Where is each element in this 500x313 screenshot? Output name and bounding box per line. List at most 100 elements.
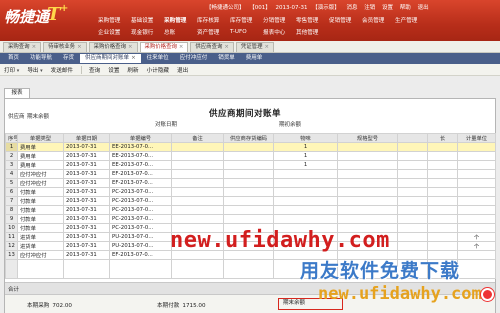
table-cell[interactable] xyxy=(457,223,496,233)
module-item[interactable]: 其他管理 xyxy=(296,28,329,36)
table-cell[interactable] xyxy=(223,187,274,197)
table-cell[interactable] xyxy=(273,205,338,215)
table-cell[interactable] xyxy=(397,196,428,206)
table-cell[interactable] xyxy=(457,250,496,260)
col-header[interactable] xyxy=(397,133,428,143)
table-cell[interactable]: 2013-07-31 xyxy=(63,223,110,233)
table-cell[interactable] xyxy=(337,178,398,188)
table-cell[interactable] xyxy=(337,205,398,215)
table-cell[interactable]: 2013-07-31 xyxy=(63,142,110,152)
close-icon[interactable]: × xyxy=(128,44,133,50)
col-header[interactable]: 序号 xyxy=(5,133,18,143)
module-item-purchase[interactable]: 采购管理 xyxy=(164,16,197,24)
print-button[interactable]: 打印 xyxy=(4,66,19,74)
table-cell[interactable]: EF-2013-07-0... xyxy=(109,169,172,179)
table-cell[interactable]: PC-2013-07-0... xyxy=(109,214,172,224)
table-cell[interactable]: 付款单 xyxy=(17,196,64,206)
table-cell[interactable]: 2013-07-31 xyxy=(63,196,110,206)
table-cell[interactable]: 2013-07-31 xyxy=(63,241,110,251)
table-cell[interactable] xyxy=(457,196,496,206)
table-cell[interactable]: 个 xyxy=(457,232,496,242)
close-icon[interactable]: × xyxy=(32,44,37,50)
table-cell[interactable] xyxy=(223,169,274,179)
table-cell[interactable] xyxy=(397,223,428,233)
table-cell[interactable]: PC-2013-07-0... xyxy=(109,223,172,233)
table-cell[interactable] xyxy=(397,232,428,242)
table-cell[interactable] xyxy=(427,196,458,206)
refresh-button[interactable]: 刷新 xyxy=(127,66,138,74)
table-cell[interactable]: 应付冲应付 xyxy=(17,169,64,179)
table-cell[interactable]: 付款单 xyxy=(17,223,64,233)
table-cell[interactable] xyxy=(171,205,224,215)
table-cell[interactable]: 应付冲应付 xyxy=(17,178,64,188)
row-number[interactable]: 6 xyxy=(5,187,18,197)
table-cell[interactable]: 2013-07-31 xyxy=(63,205,110,215)
module-item[interactable]: 库存管理 xyxy=(230,16,263,24)
doc-tab-inventory[interactable]: 存货 xyxy=(58,54,79,63)
table-cell[interactable] xyxy=(397,214,428,224)
module-item[interactable]: 基础设置 xyxy=(131,16,164,24)
module-item[interactable]: 资产管理 xyxy=(197,28,230,36)
table-cell[interactable]: 个 xyxy=(457,241,496,251)
table-cell[interactable]: 费用单 xyxy=(17,151,64,161)
close-icon[interactable]: × xyxy=(131,55,136,61)
doc-tab-partner[interactable]: 往来单位 xyxy=(142,54,174,63)
table-cell[interactable] xyxy=(427,223,458,233)
table-cell[interactable] xyxy=(427,187,458,197)
module-item[interactable]: 会员管理 xyxy=(362,16,395,24)
table-cell[interactable]: PC-2013-07-0... xyxy=(109,187,172,197)
table-cell[interactable] xyxy=(273,169,338,179)
row-number[interactable]: 8 xyxy=(5,205,18,215)
module-item[interactable]: 库存核算 xyxy=(197,16,230,24)
module-item[interactable]: 采购管理 xyxy=(98,16,131,24)
table-cell[interactable]: 2013-07-31 xyxy=(63,160,110,170)
table-cell[interactable]: 应付冲应付 xyxy=(17,250,64,260)
module-item[interactable]: 分销管理 xyxy=(263,16,296,24)
table-cell[interactable] xyxy=(273,196,338,206)
logout-link[interactable]: 注销 xyxy=(364,5,375,11)
table-row[interactable]: 7 付款单 2013-07-31 PC-2013-07-0... xyxy=(5,196,496,206)
table-cell[interactable] xyxy=(337,214,398,224)
table-cell[interactable]: 2013-07-31 xyxy=(63,178,110,188)
table-cell[interactable] xyxy=(427,151,458,161)
col-header[interactable]: 单据编号 xyxy=(109,133,172,143)
table-cell[interactable] xyxy=(171,169,224,179)
table-cell[interactable] xyxy=(457,160,496,170)
close-icon[interactable]: × xyxy=(179,44,184,50)
table-row[interactable]: 3 费用单 2013-07-31 EE-2013-07-0... 1 xyxy=(5,160,496,170)
table-cell[interactable] xyxy=(427,160,458,170)
table-cell[interactable] xyxy=(397,205,428,215)
table-cell[interactable]: 2013-07-31 xyxy=(63,232,110,242)
table-cell[interactable] xyxy=(223,214,274,224)
module-item[interactable]: 现金银行 xyxy=(131,28,164,36)
table-cell[interactable]: PU-2013-07-0... xyxy=(109,241,172,251)
module-item[interactable]: 促销管理 xyxy=(329,16,362,24)
table-cell[interactable]: 2013-07-31 xyxy=(63,169,110,179)
table-cell[interactable] xyxy=(171,214,224,224)
table-cell[interactable]: EF-2013-07-0... xyxy=(109,178,172,188)
help-link[interactable]: 帮助 xyxy=(400,5,411,11)
settings-link[interactable]: 设置 xyxy=(382,5,393,11)
table-cell[interactable] xyxy=(273,214,338,224)
module-item[interactable]: 企业设置 xyxy=(98,28,131,36)
report-tab[interactable]: 报表 xyxy=(4,88,30,98)
table-cell[interactable] xyxy=(397,241,428,251)
col-header[interactable]: 计量单位 xyxy=(457,133,496,143)
table-cell[interactable] xyxy=(171,142,224,152)
table-cell[interactable] xyxy=(337,196,398,206)
col-header[interactable]: 供应商存货编码 xyxy=(223,133,274,143)
table-cell[interactable] xyxy=(171,196,224,206)
table-cell[interactable] xyxy=(337,151,398,161)
table-row[interactable]: 2 费用单 2013-07-31 EE-2013-07-0... 1 xyxy=(5,151,496,161)
table-cell[interactable] xyxy=(427,214,458,224)
table-cell[interactable]: 1 xyxy=(273,160,338,170)
col-header[interactable]: 规格型号 xyxy=(337,133,398,143)
page-tab[interactable]: 凭证管理 × xyxy=(235,42,274,52)
table-cell[interactable]: EE-2013-07-0... xyxy=(109,151,172,161)
table-cell[interactable] xyxy=(223,151,274,161)
doc-tab-sales[interactable]: 销货单 xyxy=(213,54,240,63)
page-tab-active[interactable]: 采购价格查询 × xyxy=(139,42,189,52)
table-cell[interactable] xyxy=(457,214,496,224)
col-header[interactable]: 物味 xyxy=(273,133,338,143)
row-number[interactable]: 13 xyxy=(5,250,18,260)
